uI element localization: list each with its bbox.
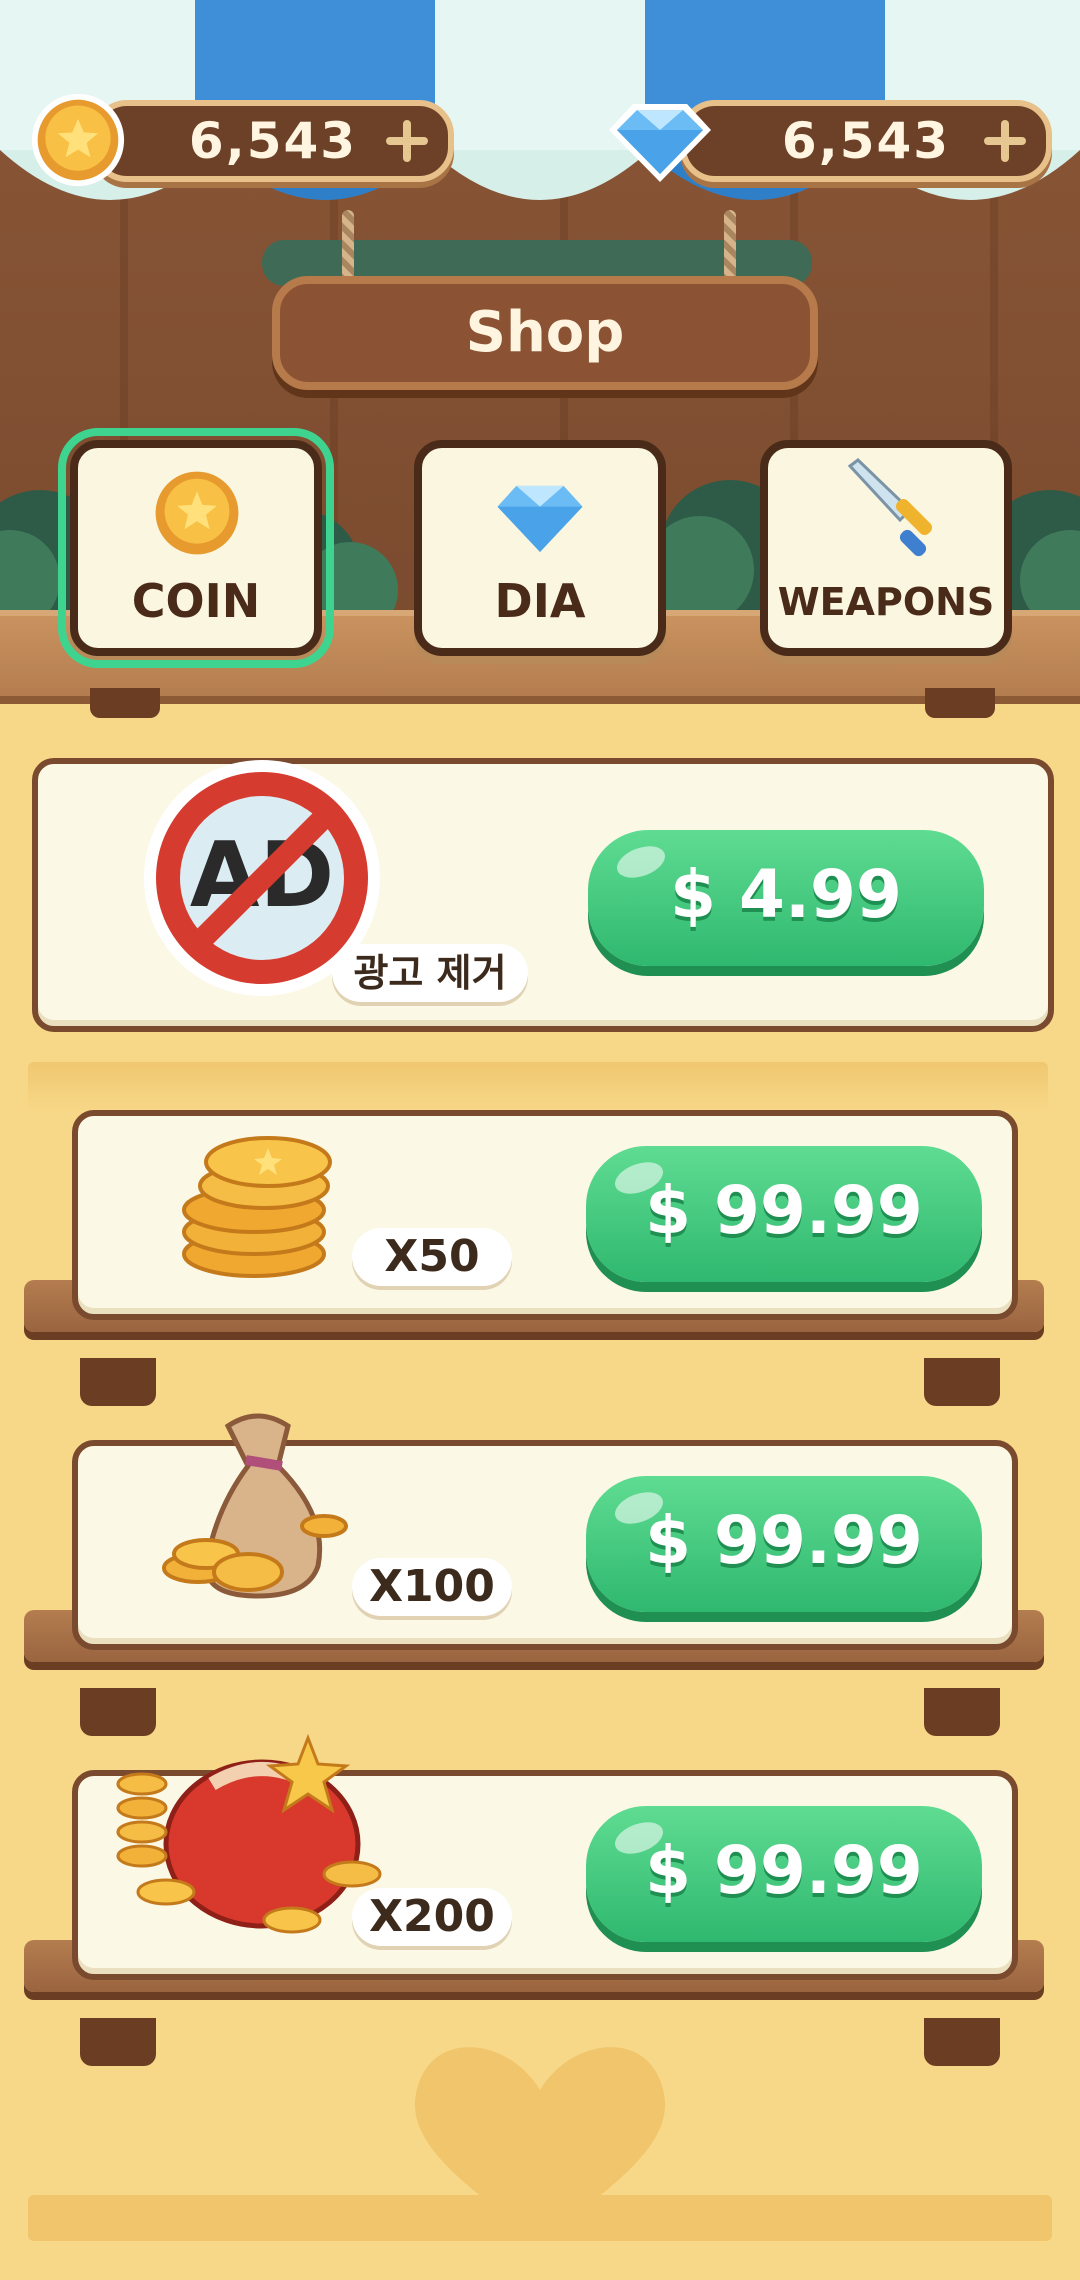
tab-weapons[interactable]: WEAPONS xyxy=(760,440,1012,656)
price-label: $ 99.99 xyxy=(645,1832,923,1909)
buy-remove-ads-button[interactable]: $ 4.99 xyxy=(588,830,984,966)
price-label: $ 99.99 xyxy=(645,1502,923,1579)
tab-coin-label: COIN xyxy=(131,574,261,628)
buy-coins-x50-button[interactable]: $ 99.99 xyxy=(586,1146,982,1282)
tab-weapons-label: WEAPONS xyxy=(777,580,995,624)
counter-leg xyxy=(90,688,160,718)
product-coins-x100: X100 $ 99.99 xyxy=(72,1413,1018,1650)
sword-icon xyxy=(847,458,933,557)
product-coins-x50: X50 $ 99.99 xyxy=(72,1110,1018,1320)
coin-stack-icon xyxy=(182,1136,332,1278)
dia-balance-bar: 6,543 xyxy=(680,100,1052,182)
coin-sack-icon xyxy=(162,1413,348,1599)
product-quantity: X100 xyxy=(352,1558,512,1616)
add-dia-button[interactable] xyxy=(982,118,1028,164)
diamond-icon xyxy=(497,485,583,553)
shelf-leg xyxy=(924,1358,1000,1406)
coin-icon xyxy=(31,93,125,187)
product-coins-x200: X200 $ 99.99 xyxy=(72,1733,1018,1980)
shelf-leg xyxy=(80,2018,156,2066)
price-label: $ 99.99 xyxy=(645,1172,923,1249)
product-label: 광고 제거 xyxy=(332,944,528,1002)
coin-bag-icon xyxy=(116,1733,382,1934)
product-quantity: X50 xyxy=(352,1228,512,1286)
shelf-divider xyxy=(28,1062,1048,1112)
tab-coin[interactable]: COIN xyxy=(58,428,334,668)
shop-sign: Shop xyxy=(272,276,818,390)
coin-balance-bar: 6,543 xyxy=(92,100,454,182)
counter-leg xyxy=(925,688,995,718)
add-coins-button[interactable] xyxy=(384,118,430,164)
coin-icon xyxy=(155,471,239,555)
buy-coins-x200-button[interactable]: $ 99.99 xyxy=(586,1806,982,1942)
product-remove-ads: AD 광고 제거 $ 4.99 xyxy=(32,758,1054,1032)
tab-dia-label: DIA xyxy=(494,574,586,628)
price-label: $ 4.99 xyxy=(670,856,902,933)
shelf-leg xyxy=(80,1358,156,1406)
tab-dia[interactable]: DIA xyxy=(414,440,666,656)
shelf-leg xyxy=(924,1688,1000,1736)
product-quantity: X200 xyxy=(352,1888,512,1946)
shelf-leg xyxy=(924,2018,1000,2066)
bottom-shelf xyxy=(28,2195,1052,2241)
diamond-icon xyxy=(609,104,711,182)
page-title: Shop xyxy=(465,300,625,365)
buy-coins-x100-button[interactable]: $ 99.99 xyxy=(586,1476,982,1612)
